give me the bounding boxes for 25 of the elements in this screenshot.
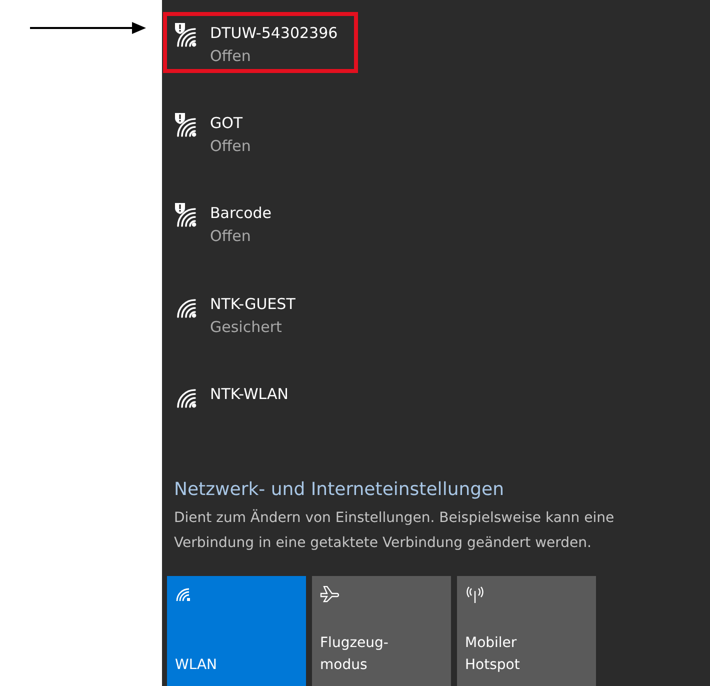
network-item[interactable]: NTK-WLAN (165, 374, 356, 432)
network-status: Offen (210, 46, 252, 67)
network-status: Offen (210, 136, 251, 158)
quick-action-tile[interactable]: Flugzeug- modus (312, 576, 451, 686)
network-status: Gesichert (210, 316, 283, 338)
network-name: NTK-GUEST (210, 294, 296, 315)
network-name: NTK-WLAN (210, 384, 288, 405)
hotspot-icon (465, 586, 485, 604)
settings-description: Dient zum Ändern von Einstellungen. Beispielsweise kann eine Verbindung in eine getaktete Verbindung geändert werden. (174, 508, 616, 553)
network-name: Barcode (210, 203, 272, 224)
quick-action-tile[interactable]: WLAN (167, 576, 306, 686)
wifi-warning-icon (174, 22, 198, 48)
settings-link[interactable]: Netzwerk- und Interneteinstellungen (174, 479, 710, 500)
wifi-warning-icon (174, 112, 198, 138)
network-item[interactable]: NTK-GUEST Gesichert (165, 284, 356, 342)
network-status: Offen (210, 226, 252, 248)
network-name: DTUW-54302396 (210, 23, 338, 44)
wifi-warning-icon (174, 202, 198, 228)
network-item[interactable]: DTUW-54302396 Offen (165, 14, 356, 72)
network-item[interactable]: GOT Offen (165, 104, 356, 162)
network-name: GOT (210, 113, 244, 134)
quick-action-tile[interactable]: Mobiler Hotspot (457, 576, 596, 686)
airplane-icon (320, 586, 340, 604)
network-item[interactable]: Barcode Offen (165, 194, 356, 252)
wifi-icon (175, 586, 193, 602)
